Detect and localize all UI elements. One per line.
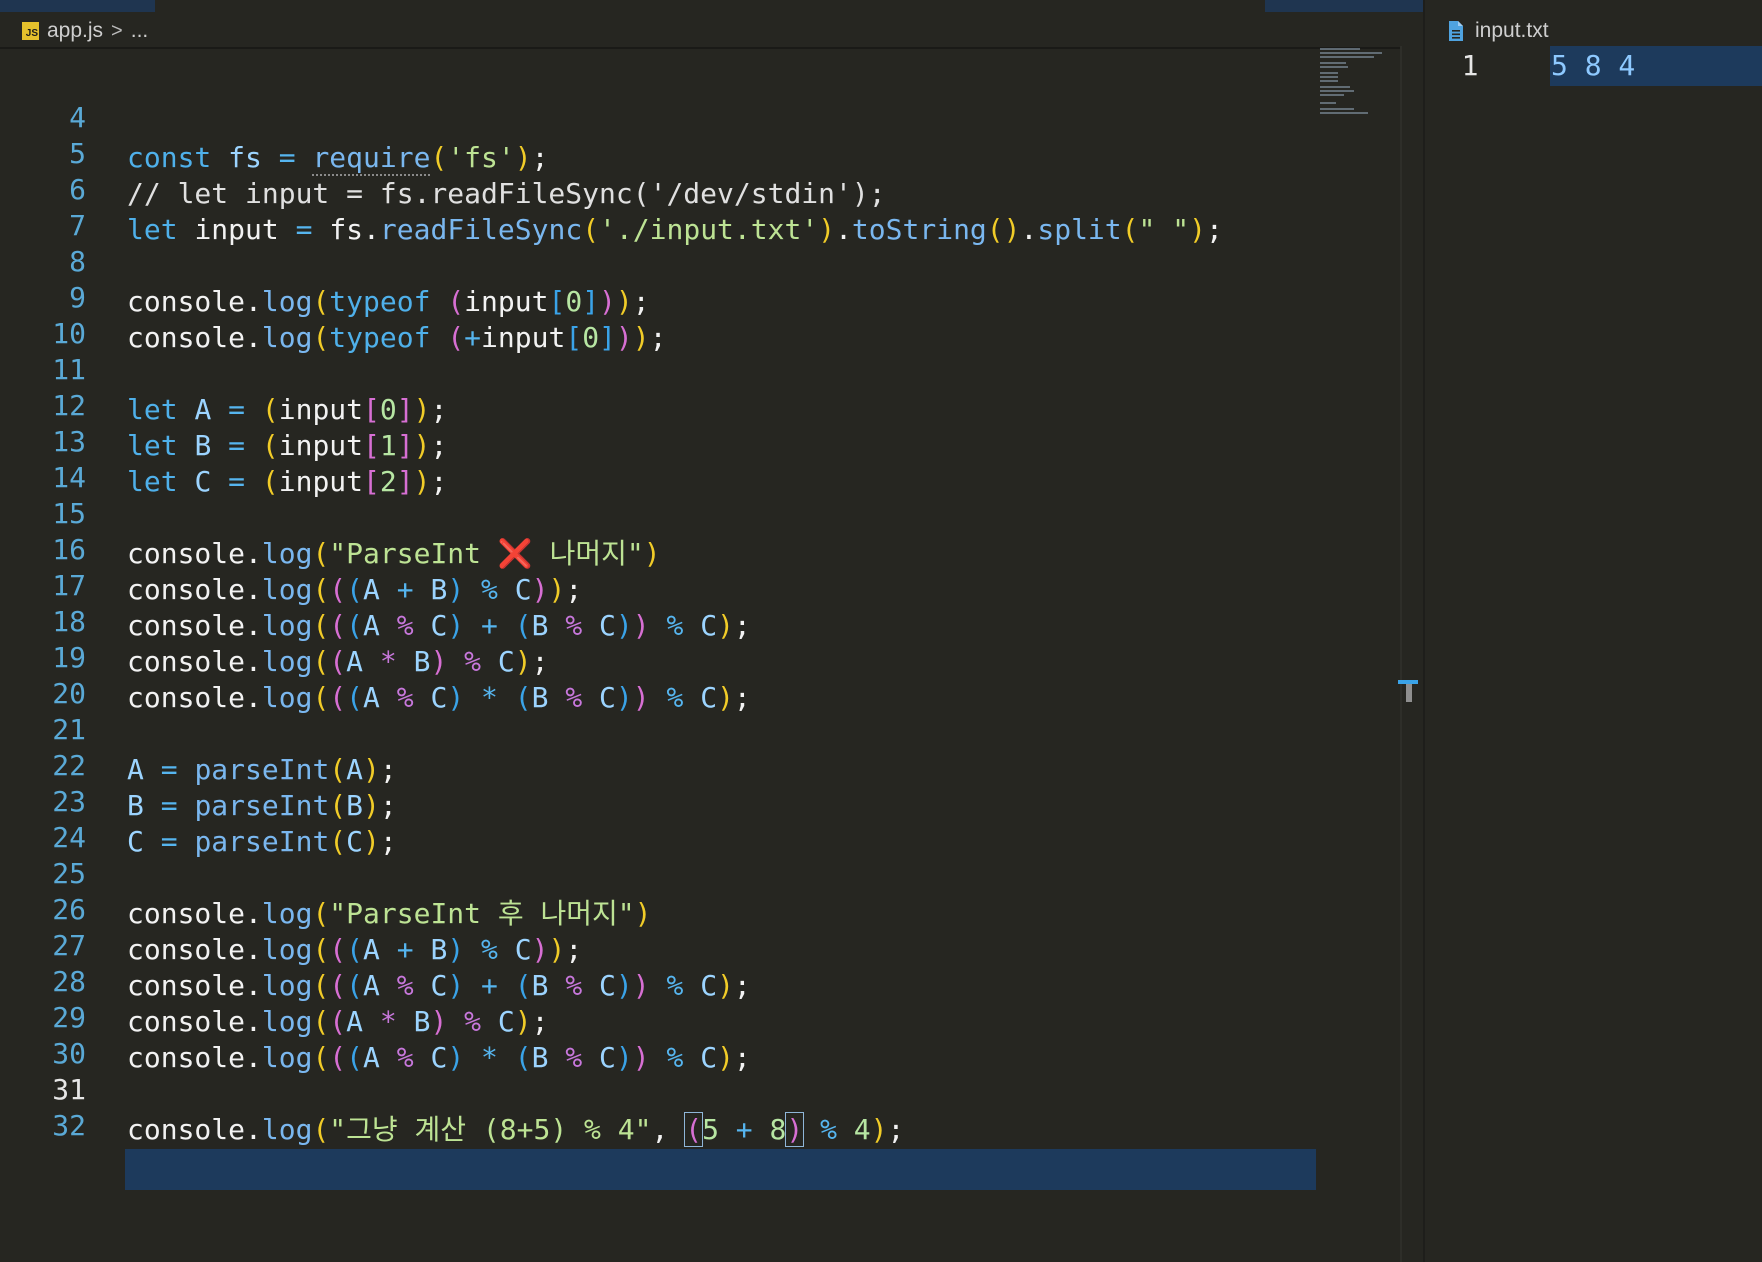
code-line-30[interactable]: 30 <box>0 994 1320 1070</box>
input-file-line-1[interactable]: 1 5 8 4 <box>1425 46 1762 86</box>
code-line-28[interactable]: 28 console.log((A * B) % C); <box>0 922 1320 1038</box>
tab-label[interactable]: input.txt <box>1475 19 1549 43</box>
code-line-6[interactable]: 6 let input = fs.readFileSync('./input.t… <box>0 130 1320 246</box>
code-line-25[interactable]: 25 console.log("ParseInt 후 나머지") <box>0 814 1320 930</box>
active-tab-indicator <box>0 0 155 12</box>
minimap[interactable] <box>1320 46 1390 116</box>
code-line-16[interactable]: 16 console.log(((A + B) % C)); <box>0 490 1320 606</box>
code-line-22[interactable]: 22 B = parseInt(B); <box>0 706 1320 822</box>
editor-pane-input-txt[interactable] <box>1423 0 1762 1262</box>
chevron-right-icon: > <box>111 19 123 42</box>
code-line-15[interactable]: 15 console.log("ParseInt ❌ 나머지") <box>0 454 1320 570</box>
file-icon <box>1449 21 1463 41</box>
code-line-21[interactable]: 21 A = parseInt(A); <box>0 670 1320 786</box>
active-tab-indicator-right <box>1265 0 1425 12</box>
code-line-27[interactable]: 27 console.log(((A % C) + (B % C)) % C); <box>0 886 1320 1002</box>
code-line-12[interactable]: 12 let B = (input[1]); <box>0 346 1320 462</box>
current-line-highlight <box>125 1149 1316 1190</box>
code-line-7[interactable]: 7 <box>0 166 1320 242</box>
line-number: 1 <box>1461 49 1479 82</box>
split-view-divider[interactable] <box>1400 46 1402 1262</box>
breadcrumb[interactable]: JS app.js > ... <box>22 17 148 45</box>
code-line-8[interactable]: 8 console.log(typeof (input[0])); <box>0 202 1320 318</box>
code-line-9[interactable]: 9 console.log(typeof (+input[0])); <box>0 238 1320 354</box>
code-line-4[interactable]: 4 const fs = require('fs'); <box>0 58 1320 176</box>
code-line-17[interactable]: 17 console.log(((A % C) + (B % C)) % C); <box>0 526 1320 642</box>
code-line-32[interactable]: 32 <box>0 1066 1320 1142</box>
code-line-18[interactable]: 18 console.log((A * B) % C); <box>0 562 1320 678</box>
code-line-13[interactable]: 13 let C = (input[2]); <box>0 382 1320 498</box>
breadcrumb-file-name[interactable]: app.js <box>47 19 103 43</box>
line-number: 32 <box>52 1109 86 1142</box>
javascript-file-icon: JS <box>22 22 39 40</box>
code-line-19[interactable]: 19 console.log(((A % C) * (B % C)) % C); <box>0 598 1320 714</box>
code-line-31[interactable]: 31 console.log("그냥 계산 (8+5) % 4", (5 + 8… <box>0 1030 1320 1147</box>
editor-divider <box>0 47 1400 49</box>
code-text[interactable]: console.log("그냥 계산 (8+5) % 4", (5 + 8) %… <box>127 1110 904 1150</box>
code-line-29[interactable]: 29 console.log(((A % C) * (B % C)) % C); <box>0 958 1320 1074</box>
code-line-10[interactable]: 10 <box>0 274 1320 350</box>
code-line-11[interactable]: 11 let A = (input[0]); <box>0 310 1320 426</box>
code-line-26[interactable]: 26 console.log(((A + B) % C)); <box>0 850 1320 966</box>
code-line-5[interactable]: 5 // let input = fs.readFileSync('/dev/s… <box>0 94 1320 210</box>
breadcrumb-more[interactable]: ... <box>131 19 149 43</box>
vertical-scrollbar-thumb[interactable] <box>1406 684 1412 702</box>
code-line-24[interactable]: 24 <box>0 778 1320 854</box>
input-file-content[interactable]: 5 8 4 <box>1551 46 1635 86</box>
code-line-23[interactable]: 23 C = parseInt(C); <box>0 742 1320 858</box>
code-line-14[interactable]: 14 <box>0 418 1320 494</box>
code-line-20[interactable]: 20 <box>0 634 1320 710</box>
tab-input-txt[interactable]: input.txt <box>1447 17 1549 45</box>
